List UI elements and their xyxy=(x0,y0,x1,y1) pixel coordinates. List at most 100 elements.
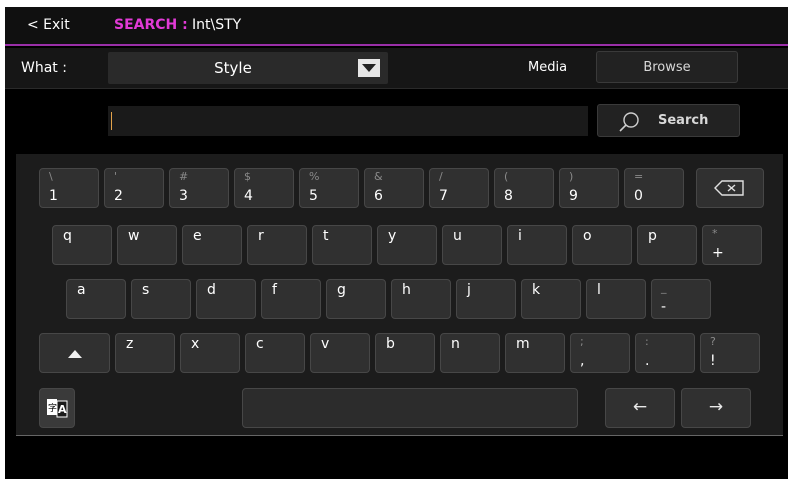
key-label: + xyxy=(712,245,724,261)
app-screen: < Exit SEARCH : Int\STY What : Style Med… xyxy=(5,7,788,479)
arrow-right-icon: → xyxy=(708,397,724,417)
top-bar-divider xyxy=(5,44,788,46)
key-n[interactable]: n xyxy=(440,333,500,373)
key-label: o xyxy=(583,228,592,244)
key-e[interactable]: e xyxy=(182,225,242,265)
shift-key[interactable] xyxy=(39,333,110,373)
key-7[interactable]: /7 xyxy=(429,168,489,208)
key-.[interactable]: :. xyxy=(635,333,695,373)
key-label: q xyxy=(63,228,72,244)
what-label: What : xyxy=(21,60,67,76)
keyboard-bottom-divider xyxy=(16,435,783,436)
key-shift-label: ? xyxy=(710,335,716,348)
svg-text:字: 字 xyxy=(48,402,57,414)
key-f[interactable]: f xyxy=(261,279,321,319)
exit-button[interactable]: < Exit xyxy=(5,7,87,44)
search-input[interactable] xyxy=(108,106,588,136)
key-s[interactable]: s xyxy=(131,279,191,319)
key-c[interactable]: c xyxy=(245,333,305,373)
key-g[interactable]: g xyxy=(326,279,386,319)
on-screen-keyboard: \ 1 ' 2 #3 $4% 5 & 6/7(8) 9 = 0 q w e r t y u i o p * + a s d f g h j k… xyxy=(16,154,783,436)
key-label: 9 xyxy=(569,188,578,204)
key-label: t xyxy=(323,228,329,244)
svg-text:A: A xyxy=(58,403,67,416)
key-i[interactable]: i xyxy=(507,225,567,265)
key-3[interactable]: #3 xyxy=(169,168,229,208)
key-k[interactable]: k xyxy=(521,279,581,319)
key-label: , xyxy=(580,353,585,369)
search-button[interactable]: Search xyxy=(597,104,740,137)
key-6[interactable]: & 6 xyxy=(364,168,424,208)
arrow-left-icon: ← xyxy=(632,397,648,417)
key-label: 6 xyxy=(374,188,383,204)
key-label: b xyxy=(386,336,395,352)
key-v[interactable]: v xyxy=(310,333,370,373)
key-8[interactable]: (8 xyxy=(494,168,554,208)
key-shift-label: ; xyxy=(580,335,584,348)
key-shift-label: / xyxy=(439,170,443,183)
key-label: . xyxy=(645,353,650,369)
key-m[interactable]: m xyxy=(505,333,565,373)
what-dropdown-value: Style xyxy=(214,59,252,77)
key-h[interactable]: h xyxy=(391,279,451,319)
key-1[interactable]: \ 1 xyxy=(39,168,99,208)
key-label: e xyxy=(193,228,202,244)
language-key[interactable]: 字A xyxy=(39,388,75,428)
key-label: m xyxy=(516,336,530,352)
language-icon: 字A xyxy=(47,399,68,418)
key-shift-label: : xyxy=(645,335,649,348)
key-shift-label: # xyxy=(179,170,189,183)
key-p[interactable]: p xyxy=(637,225,697,265)
key-9[interactable]: ) 9 xyxy=(559,168,619,208)
key-![interactable]: ?! xyxy=(700,333,760,373)
key-2[interactable]: ' 2 xyxy=(104,168,164,208)
key-t[interactable]: t xyxy=(312,225,372,265)
key-4[interactable]: $4 xyxy=(234,168,294,208)
key-shift-label: % xyxy=(309,170,320,183)
key-r[interactable]: r xyxy=(247,225,307,265)
key-shift-label: _ xyxy=(661,281,667,294)
key-j[interactable]: j xyxy=(456,279,516,319)
key-label: 0 xyxy=(634,188,643,204)
key-shift-label: * xyxy=(712,227,718,240)
key-label: l xyxy=(597,282,601,298)
key-label: 2 xyxy=(114,188,123,204)
backspace-key[interactable] xyxy=(696,168,764,208)
browse-button[interactable]: Browse xyxy=(596,51,738,83)
backspace-icon xyxy=(714,180,744,196)
what-dropdown[interactable]: Style xyxy=(108,52,388,84)
key-shift-label: & xyxy=(374,170,383,183)
space-key[interactable] xyxy=(242,388,578,428)
key-label: j xyxy=(467,282,471,298)
key-0[interactable]: = 0 xyxy=(624,168,684,208)
key-shift-label: = xyxy=(634,170,644,183)
key-b[interactable]: b xyxy=(375,333,435,373)
key-z[interactable]: z xyxy=(115,333,175,373)
key-label: p xyxy=(648,228,657,244)
key-label: x xyxy=(191,336,200,352)
key-label: z xyxy=(126,336,134,352)
key-q[interactable]: q xyxy=(52,225,112,265)
key-y[interactable]: y xyxy=(377,225,437,265)
key-label: a xyxy=(77,282,86,298)
text-caret xyxy=(111,112,112,130)
key-w[interactable]: w xyxy=(117,225,177,265)
search-icon xyxy=(619,112,639,132)
key-label: 4 xyxy=(244,188,253,204)
key-u[interactable]: u xyxy=(442,225,502,265)
search-button-label: Search xyxy=(658,113,709,128)
key--[interactable]: _ - xyxy=(651,279,711,319)
key-x[interactable]: x xyxy=(180,333,240,373)
key-label: h xyxy=(402,282,411,298)
key-+[interactable]: * + xyxy=(702,225,762,265)
key-5[interactable]: % 5 xyxy=(299,168,359,208)
key-d[interactable]: d xyxy=(196,279,256,319)
key-l[interactable]: l xyxy=(586,279,646,319)
arrow-left-key[interactable]: ← xyxy=(605,388,675,428)
dropdown-toggle[interactable] xyxy=(358,59,380,77)
arrow-right-key[interactable]: → xyxy=(681,388,751,428)
key-a[interactable]: a xyxy=(66,279,126,319)
key-o[interactable]: o xyxy=(572,225,632,265)
key-,[interactable]: ;, xyxy=(570,333,630,373)
media-label: Media xyxy=(528,60,568,75)
